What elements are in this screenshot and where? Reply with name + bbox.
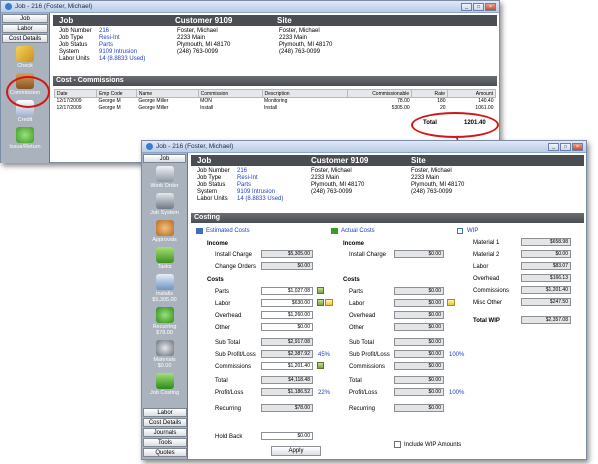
costing-panel: Estimated Costs Actual Costs WIP Income … bbox=[191, 225, 584, 459]
est-parts-input[interactable]: $1,027.08 bbox=[261, 287, 313, 295]
est-recurring: $78.00 bbox=[261, 404, 313, 412]
note-icon[interactable] bbox=[447, 299, 455, 306]
calculator-icon[interactable] bbox=[317, 362, 324, 369]
calculator-icon[interactable] bbox=[317, 299, 324, 306]
sidebar-item-tasks[interactable]: Tasks bbox=[142, 245, 187, 272]
est-other-input[interactable]: $0.00 bbox=[261, 323, 313, 331]
wip-overhead: $166.13 bbox=[521, 274, 571, 282]
act-install-charge: $0.00 bbox=[394, 250, 444, 258]
est-sub-profit: $2,387.92 bbox=[261, 350, 313, 358]
title-bar[interactable]: Job - 216 (Foster, Michael) _ □ × bbox=[142, 141, 586, 153]
sidebar-item-job-system[interactable]: Job System bbox=[142, 191, 187, 218]
hold-back-input[interactable]: $0.00 bbox=[261, 432, 313, 440]
job-system-icon bbox=[155, 193, 174, 209]
close-button[interactable]: × bbox=[572, 143, 583, 151]
sidebar-item-approvals[interactable]: Approvals bbox=[142, 218, 187, 245]
installs-icon bbox=[155, 274, 174, 290]
wip-title: WIP bbox=[467, 228, 479, 234]
est-commissions-input[interactable]: $1,201.40 bbox=[261, 362, 313, 370]
wip-material-1: $658.98 bbox=[521, 238, 571, 246]
calculator-icon bbox=[196, 228, 203, 234]
act-labor: $0.00 bbox=[394, 299, 444, 307]
tab-quotes[interactable]: Quotes bbox=[143, 448, 187, 457]
apply-button[interactable]: Apply bbox=[271, 446, 321, 456]
estimated-costs-title: Estimated Costs bbox=[206, 228, 250, 234]
job-header-bar: Job Customer 9109 Site bbox=[191, 155, 584, 166]
act-profit-pct: 100% bbox=[449, 390, 465, 396]
act-total: $0.00 bbox=[394, 376, 444, 384]
window-controls: _ □ × bbox=[548, 143, 583, 151]
window-title: Job - 216 (Foster, Michael) bbox=[156, 143, 234, 150]
wip-commissions: $1,201.40 bbox=[521, 286, 571, 294]
maximize-button[interactable]: □ bbox=[560, 143, 571, 151]
total-wip-label: Total WIP bbox=[473, 318, 500, 324]
est-total: $4,118.48 bbox=[261, 376, 313, 384]
est-sub-pct: 45% bbox=[318, 352, 331, 358]
wip-labor: $83.07 bbox=[521, 262, 571, 270]
recurring-icon bbox=[155, 307, 174, 323]
tasks-icon bbox=[155, 247, 174, 263]
sidebar-item-recurring[interactable]: Recurring $78.00 bbox=[142, 305, 187, 338]
act-other: $0.00 bbox=[394, 323, 444, 331]
total-wip-value: $2,357.08 bbox=[521, 316, 571, 324]
act-sub-total: $0.00 bbox=[394, 338, 444, 346]
act-sub-pct: 100% bbox=[449, 352, 465, 358]
sidebar-item-work-order[interactable]: Work Order bbox=[142, 164, 187, 191]
wip-icon bbox=[457, 228, 463, 234]
tab-labor[interactable]: Labor bbox=[143, 408, 187, 417]
recycle-icon bbox=[331, 228, 338, 234]
act-profit: $0.00 bbox=[394, 388, 444, 396]
tab-journals[interactable]: Journals bbox=[143, 428, 187, 437]
est-profit: $1,186.52 bbox=[261, 388, 313, 396]
materials-icon bbox=[155, 340, 174, 356]
job-window-costing: Job - 216 (Foster, Michael) _ □ × Job Wo… bbox=[141, 140, 587, 460]
actual-costs-title: Actual Costs bbox=[341, 228, 375, 234]
note-icon[interactable] bbox=[325, 299, 333, 306]
approvals-icon bbox=[155, 220, 174, 236]
sidebar-item-materials[interactable]: Materials $0.00 bbox=[142, 338, 187, 371]
sidebar: Job Work Order Job System Approvals Task… bbox=[142, 153, 188, 459]
sidebar-item-installs[interactable]: Installs $5,305.00 bbox=[142, 272, 187, 305]
work-order-icon bbox=[155, 166, 174, 182]
est-profit-pct: 22% bbox=[318, 390, 331, 396]
wip-misc-other: $247.50 bbox=[521, 298, 571, 306]
bottom-tabs: Labor Cost Details Journals Tools Quotes bbox=[142, 408, 188, 458]
act-overhead: $0.00 bbox=[394, 311, 444, 319]
sidebar-item-job-costing[interactable]: Job Costing bbox=[142, 371, 187, 398]
calculator-icon[interactable] bbox=[317, 287, 324, 294]
tab-job[interactable]: Job bbox=[143, 154, 186, 163]
act-parts: $0.00 bbox=[394, 287, 444, 295]
act-recurring: $0.00 bbox=[394, 404, 444, 412]
est-sub-total: $2,917.08 bbox=[261, 338, 313, 346]
est-install-charge: $5,305.00 bbox=[261, 250, 313, 258]
include-wip-label: Include WIP Amounts bbox=[404, 442, 462, 448]
est-change-orders: $0.00 bbox=[261, 262, 313, 270]
est-overhead-input[interactable]: $1,260.00 bbox=[261, 311, 313, 319]
est-labor-input[interactable]: $630.00 bbox=[261, 299, 313, 307]
tab-cost-details[interactable]: Cost Details bbox=[143, 418, 187, 427]
app-icon bbox=[146, 143, 153, 150]
wip-material-2: $0.00 bbox=[521, 250, 571, 258]
minimize-button[interactable]: _ bbox=[548, 143, 559, 151]
job-info: Job Number 216 Foster, Michael Foster, M… bbox=[197, 168, 465, 202]
act-sub-profit: $0.00 bbox=[394, 350, 444, 358]
include-wip-checkbox[interactable] bbox=[394, 441, 401, 448]
section-title: Costing bbox=[191, 213, 584, 223]
act-commissions: $0.00 bbox=[394, 362, 444, 370]
tab-tools[interactable]: Tools bbox=[143, 438, 187, 447]
job-costing-icon bbox=[155, 373, 174, 389]
